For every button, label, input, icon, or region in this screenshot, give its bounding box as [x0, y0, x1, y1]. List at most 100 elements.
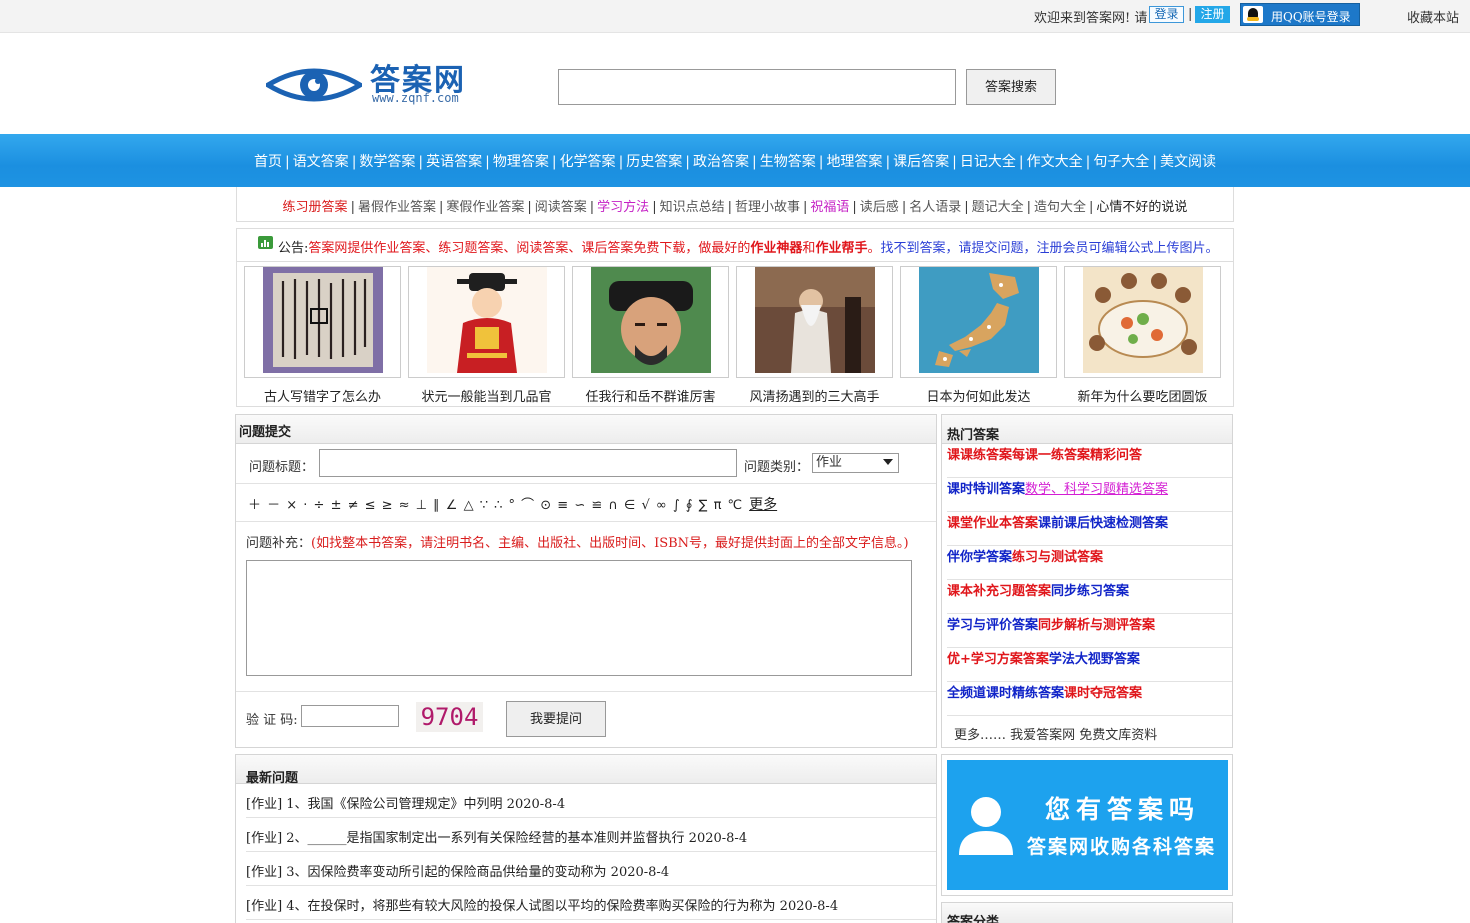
subnav-item[interactable]: 知识点总结 [660, 200, 725, 215]
hot-answer-link[interactable]: 课堂作业本答案 [947, 516, 1038, 531]
picture-card[interactable] [900, 266, 1057, 378]
hot-answers-footer[interactable]: 更多…… 我爱答案网 免费文库资料 [954, 724, 1157, 743]
login-button[interactable]: 登录 [1149, 6, 1184, 23]
hot-answer-link[interactable]: 课时夺冠答案 [1064, 686, 1142, 701]
latest-question-item[interactable]: [作业] 1、我国《保险公司管理规定》中列明 2020-8-4 [246, 784, 936, 818]
nav-item[interactable]: 数学答案 [359, 154, 415, 170]
hot-answer-link[interactable]: 同步解析与测评答案 [1038, 618, 1155, 633]
latest-question-item[interactable]: [作业] 2、______是指国家制定出一系列有关保险经营的基本准则并监督执行 … [246, 818, 936, 852]
picture-card[interactable] [1064, 266, 1221, 378]
subnav-item[interactable]: 祝福语 [810, 200, 849, 215]
notice-bold2: 作业帮手 [815, 241, 868, 256]
hot-answer-link[interactable]: 精彩问答 [1090, 448, 1142, 463]
picture-caption[interactable]: 风清扬遇到的三大高手 [736, 386, 893, 405]
picture-card[interactable] [572, 266, 729, 378]
ad-subline: 答案网收购各科答案 [1027, 836, 1217, 858]
picture-caption[interactable]: 新年为什么要吃团圆饭 [1064, 386, 1221, 405]
subnav-separator: | [852, 200, 857, 215]
more-symbols-link[interactable]: 更多 [749, 497, 777, 513]
ad-headline: 您有答案吗 [1045, 795, 1201, 824]
nav-separator: | [885, 154, 891, 170]
picture-card[interactable] [244, 266, 401, 378]
nav-item[interactable]: 政治答案 [693, 154, 749, 170]
subnav-item[interactable]: 心情不好的说说 [1096, 200, 1187, 215]
hot-answers-row: 课本补充习题答案同步练习答案 [947, 580, 1232, 614]
picture-caption[interactable]: 古人写错字了怎么办 [244, 386, 401, 405]
register-button[interactable]: 注册 [1195, 6, 1230, 23]
picture-card[interactable] [736, 266, 893, 378]
symbol-toolbar[interactable]: ＋ － × · ÷ ± ≠ ≤ ≥ ≈ ⊥ ∥ ∠ △ ∵ ∴ ° ⌒ ⊙ ≡ … [248, 494, 777, 514]
nav-item[interactable]: 物理答案 [493, 154, 549, 170]
subnav-item[interactable]: 练习册答案 [283, 200, 348, 215]
subnav-item[interactable]: 阅读答案 [535, 200, 587, 215]
subnav-item[interactable]: 学习方法 [597, 200, 649, 215]
picture-row: 古人写错字了怎么办 状元一般能当到几品官 任我行和岳不群谁厉害 风清扬遇到的三大… [236, 262, 1234, 407]
captcha-input[interactable] [301, 705, 399, 727]
question-title-input[interactable] [319, 449, 737, 477]
nav-item[interactable]: 句子大全 [1093, 154, 1149, 170]
nav-item[interactable]: 历史答案 [626, 154, 682, 170]
main-nav-items: 首页 | 语文答案 | 数学答案 | 英语答案 | 物理答案 | 化学答案 | 历史答案 | 政治答案 | 生物… [0, 151, 1470, 171]
subnav-item[interactable]: 哲理小故事 [735, 200, 800, 215]
notice-period: 。 [867, 241, 881, 256]
hot-answer-link[interactable]: 数学、科学习题精选答案 [1025, 482, 1168, 497]
captcha-image[interactable]: 9704 [416, 702, 483, 732]
subnav-item[interactable]: 读后感 [860, 200, 899, 215]
family-dinner-image [1083, 267, 1203, 373]
ad-banner[interactable]: 您有答案吗 答案网收购各科答案 [947, 760, 1228, 890]
hot-answer-link[interactable]: 伴你学答案 [947, 550, 1012, 565]
picture-caption[interactable]: 日本为何如此发达 [900, 386, 1057, 405]
site-logo[interactable]: 答案网 www.zqnf.com [266, 57, 481, 112]
hot-answer-link[interactable]: 课本补充习题答案 [947, 584, 1051, 599]
latest-question-item[interactable]: [作业] 3、因保险费率变动所引起的保险商品供给量的变动称为 2020-8-4 [246, 852, 936, 886]
subnav-item[interactable]: 暑假作业答案 [358, 200, 436, 215]
hot-answer-link[interactable]: 课时特训答案 [947, 482, 1025, 497]
nav-item[interactable]: 英语答案 [426, 154, 482, 170]
hot-answer-link[interactable]: 课课练答案 [947, 448, 1012, 463]
nav-item[interactable]: 作文大全 [1027, 154, 1083, 170]
nav-item[interactable]: 美文阅读 [1160, 154, 1216, 170]
subnav-separator: | [901, 200, 907, 215]
nav-item[interactable]: 课后答案 [893, 154, 949, 170]
supplement-label: 问题补充： [246, 536, 312, 551]
nav-item[interactable]: 生物答案 [760, 154, 816, 170]
question-form: 问题提交 问题标题： 问题类别： 作业 ＋ － × · ÷ ± ≠ ≤ ≥ ≈ … [235, 414, 937, 748]
hot-answer-link[interactable]: 学法大视野答案 [1049, 652, 1140, 667]
hot-answer-link[interactable]: 练习与测试答案 [1012, 550, 1103, 565]
hot-answer-link[interactable]: 优+学习方案答案 [947, 652, 1049, 667]
qq-login-button[interactable]: 用QQ账号登录 [1240, 3, 1360, 26]
hot-answer-link[interactable]: 课前课后快速检测答案 [1038, 516, 1168, 531]
category-select[interactable]: 作业 [812, 453, 899, 473]
subnav-item[interactable]: 名人语录 [909, 200, 961, 215]
nav-item[interactable]: 地理答案 [826, 154, 882, 170]
supplement-textarea[interactable] [246, 560, 912, 676]
picture-caption[interactable]: 任我行和岳不群谁厉害 [572, 386, 729, 405]
nav-item[interactable]: 化学答案 [560, 154, 616, 170]
ad-panel: 您有答案吗 答案网收购各科答案 [941, 754, 1233, 896]
nav-item[interactable]: 语文答案 [293, 154, 349, 170]
nav-separator: | [1152, 154, 1158, 170]
hot-answer-link[interactable]: 同步练习答案 [1051, 584, 1129, 599]
favorite-link[interactable]: 收藏本站 [1407, 7, 1459, 26]
submit-question-button[interactable]: 我要提问 [506, 701, 606, 737]
main-nav: 首页 | 语文答案 | 数学答案 | 英语答案 | 物理答案 | 化学答案 | 历史答案 | 政治答案 | 生物… [0, 134, 1470, 187]
welcome-text: 欢迎来到答案网! 请 [1034, 11, 1148, 26]
hot-answer-link[interactable]: 全频道课时精练答案 [947, 686, 1064, 701]
latest-question-item[interactable]: [作业] 4、在投保时，将那些有较大风险的投保人试图以平均的保险费率购买保险的行… [246, 886, 936, 920]
search-button[interactable]: 答案搜索 [966, 69, 1056, 105]
subnav-item[interactable]: 寒假作业答案 [446, 200, 524, 215]
captcha-row: 验 证 码: 9704 我要提问 [236, 692, 936, 747]
picture-caption[interactable]: 状元一般能当到几品官 [408, 386, 565, 405]
math-symbols[interactable]: ＋ － × · ÷ ± ≠ ≤ ≥ ≈ ⊥ ∥ ∠ △ ∵ ∴ ° ⌒ ⊙ ≡ … [248, 498, 743, 513]
nav-item[interactable]: 日记大全 [960, 154, 1016, 170]
hot-answer-link[interactable]: 学习与评价答案 [947, 618, 1038, 633]
hot-answer-link[interactable]: 每课一练答案 [1012, 448, 1090, 463]
subnav-separator: | [589, 200, 595, 215]
nav-item[interactable]: 首页 [254, 154, 282, 170]
subnav-item[interactable]: 造句大全 [1034, 200, 1086, 215]
search-input[interactable] [558, 69, 956, 105]
latest-questions-header: 最新问题 [236, 755, 936, 786]
chart-icon [258, 236, 273, 249]
subnav-item[interactable]: 题记大全 [972, 200, 1024, 215]
picture-card[interactable] [408, 266, 565, 378]
